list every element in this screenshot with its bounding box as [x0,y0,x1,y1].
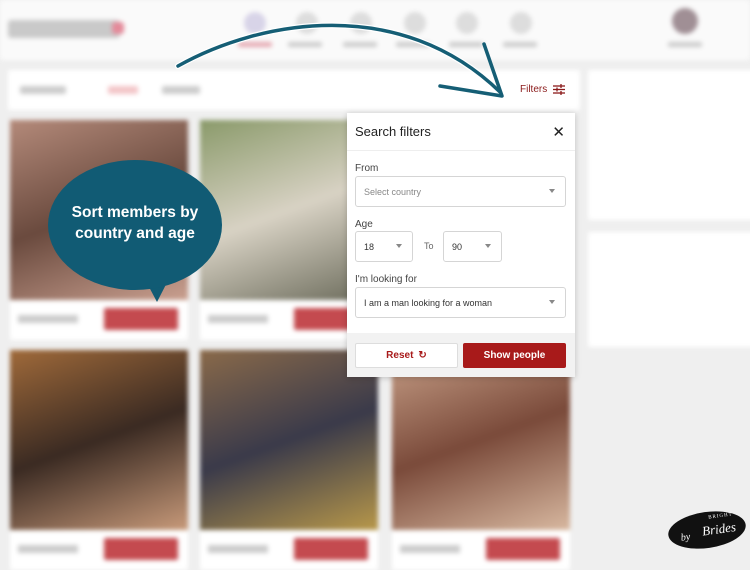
bubble-line-2: country and age [75,225,195,242]
watermark-brand: Brides [701,519,737,539]
watermark-by: by [680,531,692,544]
annotation-bubble: Sort members by country and age [48,160,222,290]
bubble-line-1: Sort members by [71,204,199,221]
